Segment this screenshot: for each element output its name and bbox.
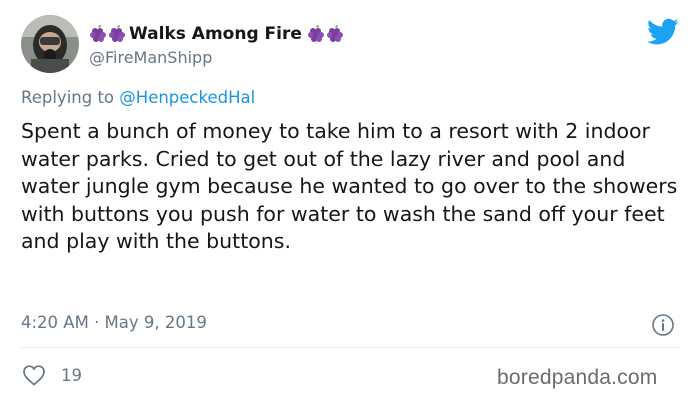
- grapes-icon: [89, 25, 107, 43]
- avatar[interactable]: [21, 15, 79, 73]
- divider: [21, 347, 679, 348]
- timestamp[interactable]: 4:20 AM · May 9, 2019: [21, 313, 207, 332]
- reply-prefix: Replying to: [21, 88, 115, 107]
- heart-icon[interactable]: [22, 364, 46, 386]
- user-handle[interactable]: @FireManShipp: [89, 48, 212, 67]
- twitter-bird-icon[interactable]: [647, 18, 679, 46]
- name-emoji-left: [89, 25, 127, 43]
- reply-to-link[interactable]: @HenpeckedHal: [119, 88, 255, 107]
- grapes-icon: [307, 25, 325, 43]
- tweet-text: Spent a bunch of money to take him to a …: [21, 119, 678, 254]
- avatar-image: [21, 15, 79, 73]
- like-count: 19: [61, 366, 82, 385]
- reply-context: Replying to @HenpeckedHal: [21, 88, 255, 107]
- tweet-card: Walks Among Fire @FireManShipp Replying …: [0, 0, 700, 402]
- name-row: Walks Among Fire: [89, 22, 345, 46]
- watermark: boredpanda.com: [497, 366, 658, 389]
- display-name[interactable]: Walks Among Fire: [129, 24, 302, 44]
- grapes-icon: [108, 25, 126, 43]
- grapes-icon: [326, 25, 344, 43]
- info-icon[interactable]: [651, 313, 675, 337]
- name-emoji-right: [307, 25, 345, 43]
